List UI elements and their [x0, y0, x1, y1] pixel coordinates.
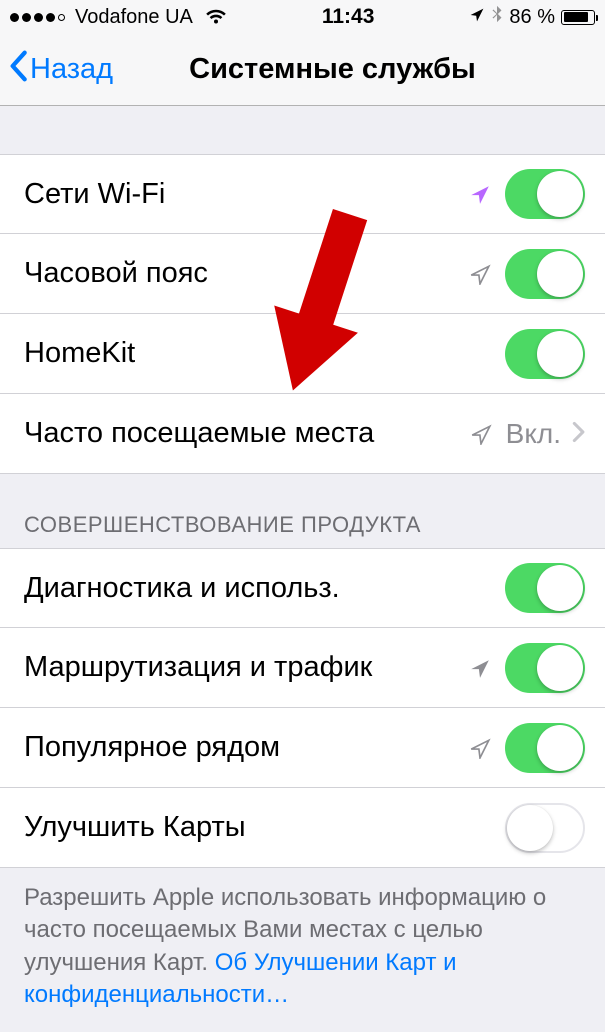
toggle-switch[interactable] [505, 329, 585, 379]
row-label: HomeKit [24, 337, 505, 370]
row-label: Улучшить Карты [24, 811, 505, 844]
row-popular-nearby[interactable]: Популярное рядом [0, 708, 605, 788]
status-right: 86 % [469, 5, 595, 29]
toggle-switch[interactable] [505, 169, 585, 219]
battery-fill [564, 12, 589, 22]
settings-group-2: Диагностика и использ. Маршрутизация и т… [0, 548, 605, 868]
toggle-switch[interactable] [505, 563, 585, 613]
chevron-right-icon [571, 418, 585, 450]
signal-strength-icon [10, 13, 65, 22]
back-button[interactable]: Назад [8, 50, 113, 90]
row-label: Часто посещаемые места [24, 417, 470, 450]
status-bar: Vodafone UA 11:43 86 % [0, 0, 605, 34]
carrier-name: Vodafone UA [75, 6, 193, 29]
location-indicator-icon [469, 6, 485, 29]
row-wifi-networks[interactable]: Сети Wi-Fi [0, 154, 605, 234]
section-spacer [0, 106, 605, 154]
navigation-bar: Назад Системные службы [0, 34, 605, 106]
row-frequent-locations[interactable]: Часто посещаемые места Вкл. [0, 394, 605, 474]
row-label: Диагностика и использ. [24, 572, 505, 605]
section-header-product-improvement: СОВЕРШЕНСТВОВАНИЕ ПРОДУКТА [0, 474, 605, 548]
toggle-switch[interactable] [505, 249, 585, 299]
battery-percentage: 86 % [509, 6, 555, 29]
location-arrow-icon [469, 183, 491, 205]
settings-group-1: Сети Wi-Fi Часовой пояс HomeKit Часто по… [0, 154, 605, 474]
status-left: Vodafone UA [10, 6, 227, 29]
bluetooth-icon [491, 5, 503, 29]
status-time: 11:43 [227, 5, 470, 29]
wifi-icon [205, 9, 227, 25]
location-arrow-icon [469, 263, 491, 285]
location-arrow-icon [469, 737, 491, 759]
row-timezone[interactable]: Часовой пояс [0, 234, 605, 314]
toggle-switch[interactable] [505, 643, 585, 693]
toggle-switch[interactable] [505, 723, 585, 773]
location-arrow-icon [469, 657, 491, 679]
row-label: Часовой пояс [24, 257, 469, 290]
battery-icon [561, 10, 595, 25]
row-homekit[interactable]: HomeKit [0, 314, 605, 394]
back-label: Назад [30, 53, 113, 86]
row-label: Маршрутизация и трафик [24, 651, 469, 684]
row-routing-traffic[interactable]: Маршрутизация и трафик [0, 628, 605, 708]
row-diagnostics[interactable]: Диагностика и использ. [0, 548, 605, 628]
row-improve-maps[interactable]: Улучшить Карты [0, 788, 605, 868]
section-footer: Разрешить Apple использовать информацию … [0, 868, 605, 1032]
detail-value: Вкл. [506, 418, 561, 450]
toggle-switch[interactable] [505, 803, 585, 853]
row-label: Популярное рядом [24, 731, 469, 764]
chevron-left-icon [8, 50, 28, 90]
row-label: Сети Wi-Fi [24, 178, 469, 211]
location-arrow-icon [470, 423, 492, 445]
